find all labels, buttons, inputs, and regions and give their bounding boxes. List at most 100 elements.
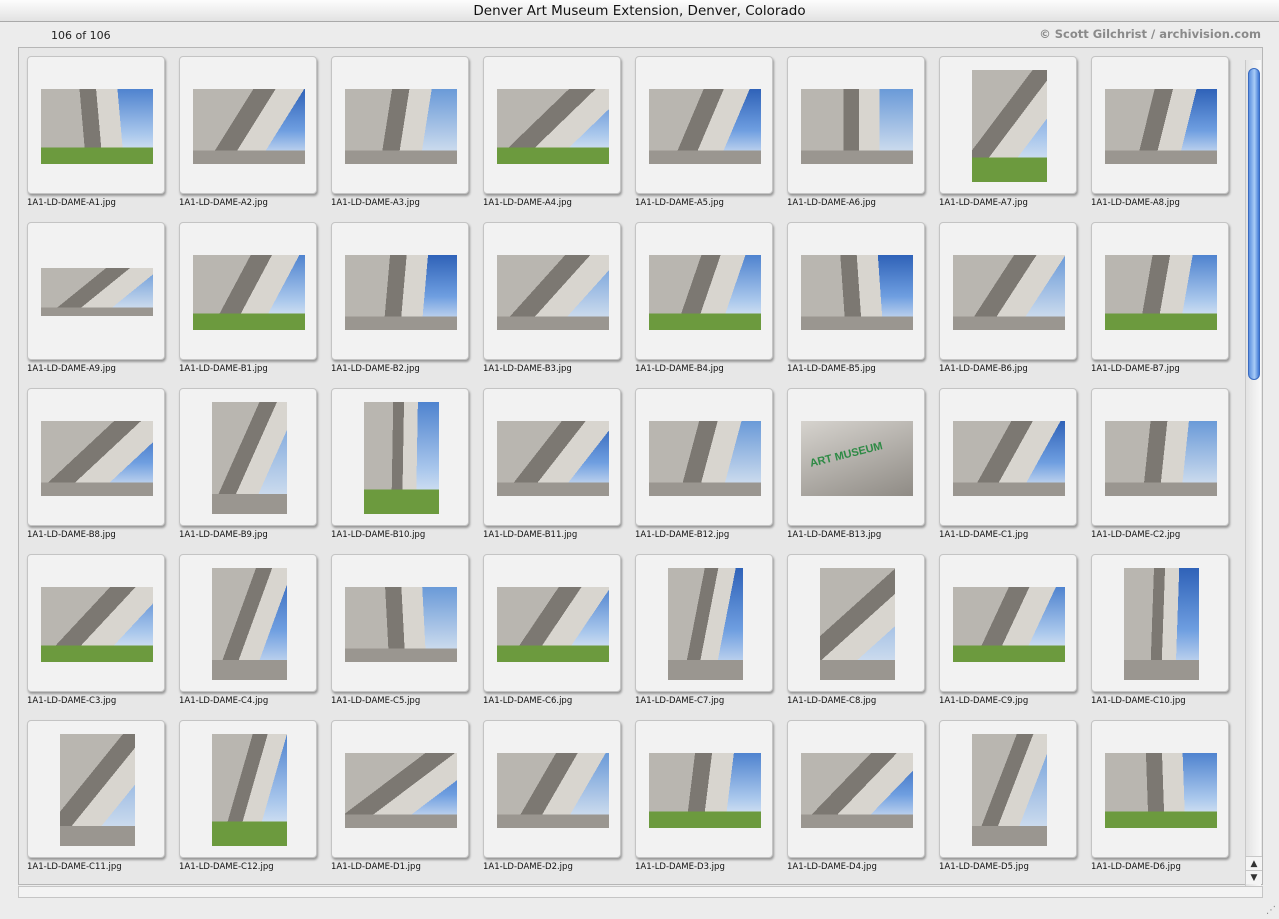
thumbnail-frame[interactable] [27, 720, 165, 858]
thumbnail-frame[interactable] [483, 222, 621, 360]
thumbnail-frame[interactable] [331, 720, 469, 858]
thumbnail-frame[interactable] [635, 56, 773, 194]
thumbnail-frame[interactable] [939, 56, 1077, 194]
thumbnail-cell[interactable]: 1A1-LD-DAME-C9.jpg [931, 546, 1081, 706]
thumbnail-grid[interactable]: 1A1-LD-DAME-A1.jpg 1A1-LD-DAME-A2.jpg 1A1-… [18, 47, 1263, 885]
photo-thumbnail[interactable] [193, 88, 305, 164]
thumbnail-cell[interactable]: 1A1-LD-DAME-C11.jpg [19, 712, 169, 872]
thumbnail-frame[interactable] [179, 222, 317, 360]
photo-thumbnail[interactable] [193, 254, 305, 330]
photo-thumbnail[interactable] [953, 420, 1065, 496]
photo-thumbnail[interactable] [953, 586, 1065, 662]
photo-thumbnail[interactable] [41, 88, 153, 164]
photo-thumbnail[interactable] [971, 734, 1047, 846]
thumbnail-cell[interactable]: 1A1-LD-DAME-B4.jpg [627, 214, 777, 374]
photo-thumbnail[interactable] [41, 420, 153, 496]
scrollbar-thumb[interactable] [1248, 68, 1260, 380]
thumbnail-frame[interactable] [483, 720, 621, 858]
thumbnail-frame[interactable] [483, 388, 621, 526]
thumbnail-cell[interactable]: 1A1-LD-DAME-C3.jpg [19, 546, 169, 706]
photo-thumbnail[interactable] [345, 88, 457, 164]
photo-thumbnail[interactable] [971, 70, 1047, 182]
thumbnail-cell[interactable]: 1A1-LD-DAME-C4.jpg [171, 546, 321, 706]
thumbnail-frame[interactable] [27, 56, 165, 194]
photo-thumbnail[interactable] [1123, 568, 1199, 680]
photo-thumbnail[interactable] [667, 568, 743, 680]
thumbnail-frame[interactable] [331, 554, 469, 692]
thumbnail-cell[interactable]: 1A1-LD-DAME-A2.jpg [171, 48, 321, 208]
thumbnail-cell[interactable]: 1A1-LD-DAME-D5.jpg [931, 712, 1081, 872]
thumbnail-cell[interactable]: 1A1-LD-DAME-B2.jpg [323, 214, 473, 374]
thumbnail-frame[interactable] [635, 720, 773, 858]
thumbnail-cell[interactable]: 1A1-LD-DAME-D4.jpg [779, 712, 929, 872]
thumbnail-frame[interactable]: ART MUSEUM [787, 388, 925, 526]
thumbnail-cell[interactable]: 1A1-LD-DAME-B7.jpg [1083, 214, 1233, 374]
thumbnail-cell[interactable]: ART MUSEUM 1A1-LD-DAME-B13.jpg [779, 380, 929, 540]
thumbnail-cell[interactable]: 1A1-LD-DAME-A8.jpg [1083, 48, 1233, 208]
thumbnail-cell[interactable]: 1A1-LD-DAME-D3.jpg [627, 712, 777, 872]
thumbnail-frame[interactable] [179, 56, 317, 194]
thumbnail-frame[interactable] [331, 222, 469, 360]
thumbnail-cell[interactable]: 1A1-LD-DAME-B1.jpg [171, 214, 321, 374]
thumbnail-frame[interactable] [1091, 222, 1229, 360]
thumbnail-frame[interactable] [939, 554, 1077, 692]
thumbnail-frame[interactable] [331, 388, 469, 526]
thumbnail-cell[interactable]: 1A1-LD-DAME-A6.jpg [779, 48, 929, 208]
photo-thumbnail[interactable] [497, 586, 609, 662]
thumbnail-frame[interactable] [483, 554, 621, 692]
photo-thumbnail[interactable] [649, 88, 761, 164]
thumbnail-cell[interactable]: 1A1-LD-DAME-B9.jpg [171, 380, 321, 540]
thumbnail-frame[interactable] [787, 56, 925, 194]
thumbnail-cell[interactable]: 1A1-LD-DAME-C6.jpg [475, 546, 625, 706]
thumbnail-cell[interactable]: 1A1-LD-DAME-C5.jpg [323, 546, 473, 706]
photo-thumbnail[interactable] [1105, 420, 1217, 496]
horizontal-scrollbar[interactable] [18, 886, 1263, 898]
thumbnail-frame[interactable] [635, 222, 773, 360]
thumbnail-cell[interactable]: 1A1-LD-DAME-C10.jpg [1083, 546, 1233, 706]
photo-thumbnail[interactable] [497, 88, 609, 164]
photo-thumbnail[interactable] [59, 734, 135, 846]
thumbnail-cell[interactable]: 1A1-LD-DAME-A5.jpg [627, 48, 777, 208]
thumbnail-frame[interactable] [635, 554, 773, 692]
thumbnail-cell[interactable]: 1A1-LD-DAME-B3.jpg [475, 214, 625, 374]
photo-thumbnail[interactable] [801, 88, 913, 164]
thumbnail-cell[interactable]: 1A1-LD-DAME-A4.jpg [475, 48, 625, 208]
thumbnail-frame[interactable] [1091, 554, 1229, 692]
scroll-up-arrow[interactable]: ▲ [1246, 856, 1262, 870]
photo-thumbnail[interactable] [1105, 254, 1217, 330]
thumbnail-cell[interactable]: 1A1-LD-DAME-A3.jpg [323, 48, 473, 208]
photo-thumbnail[interactable] [211, 402, 287, 514]
photo-thumbnail[interactable] [497, 254, 609, 330]
photo-thumbnail[interactable] [497, 752, 609, 828]
thumbnail-cell[interactable]: 1A1-LD-DAME-B11.jpg [475, 380, 625, 540]
thumbnail-frame[interactable] [1091, 388, 1229, 526]
resize-grip-icon[interactable]: ⋰ [1265, 905, 1277, 917]
thumbnail-frame[interactable] [635, 388, 773, 526]
thumbnail-frame[interactable] [27, 388, 165, 526]
thumbnail-cell[interactable]: 1A1-LD-DAME-B6.jpg [931, 214, 1081, 374]
thumbnail-frame[interactable] [939, 720, 1077, 858]
thumbnail-frame[interactable] [939, 388, 1077, 526]
photo-thumbnail[interactable] [363, 402, 439, 514]
thumbnail-cell[interactable]: 1A1-LD-DAME-C12.jpg [171, 712, 321, 872]
thumbnail-frame[interactable] [939, 222, 1077, 360]
thumbnail-cell[interactable]: 1A1-LD-DAME-B5.jpg [779, 214, 929, 374]
thumbnail-frame[interactable] [787, 222, 925, 360]
thumbnail-frame[interactable] [787, 720, 925, 858]
photo-thumbnail[interactable] [211, 568, 287, 680]
photo-thumbnail[interactable] [649, 254, 761, 330]
photo-thumbnail[interactable] [41, 268, 153, 316]
photo-thumbnail[interactable] [953, 254, 1065, 330]
thumbnail-frame[interactable] [27, 554, 165, 692]
thumbnail-cell[interactable]: 1A1-LD-DAME-B12.jpg [627, 380, 777, 540]
photo-thumbnail[interactable] [345, 254, 457, 330]
thumbnail-cell[interactable]: 1A1-LD-DAME-A7.jpg [931, 48, 1081, 208]
thumbnail-cell[interactable]: 1A1-LD-DAME-A1.jpg [19, 48, 169, 208]
thumbnail-cell[interactable]: 1A1-LD-DAME-D1.jpg [323, 712, 473, 872]
thumbnail-cell[interactable]: 1A1-LD-DAME-C1.jpg [931, 380, 1081, 540]
thumbnail-frame[interactable] [179, 554, 317, 692]
thumbnail-cell[interactable]: 1A1-LD-DAME-A9.jpg [19, 214, 169, 374]
photo-thumbnail[interactable] [801, 752, 913, 828]
photo-thumbnail[interactable] [649, 420, 761, 496]
photo-thumbnail[interactable] [801, 254, 913, 330]
